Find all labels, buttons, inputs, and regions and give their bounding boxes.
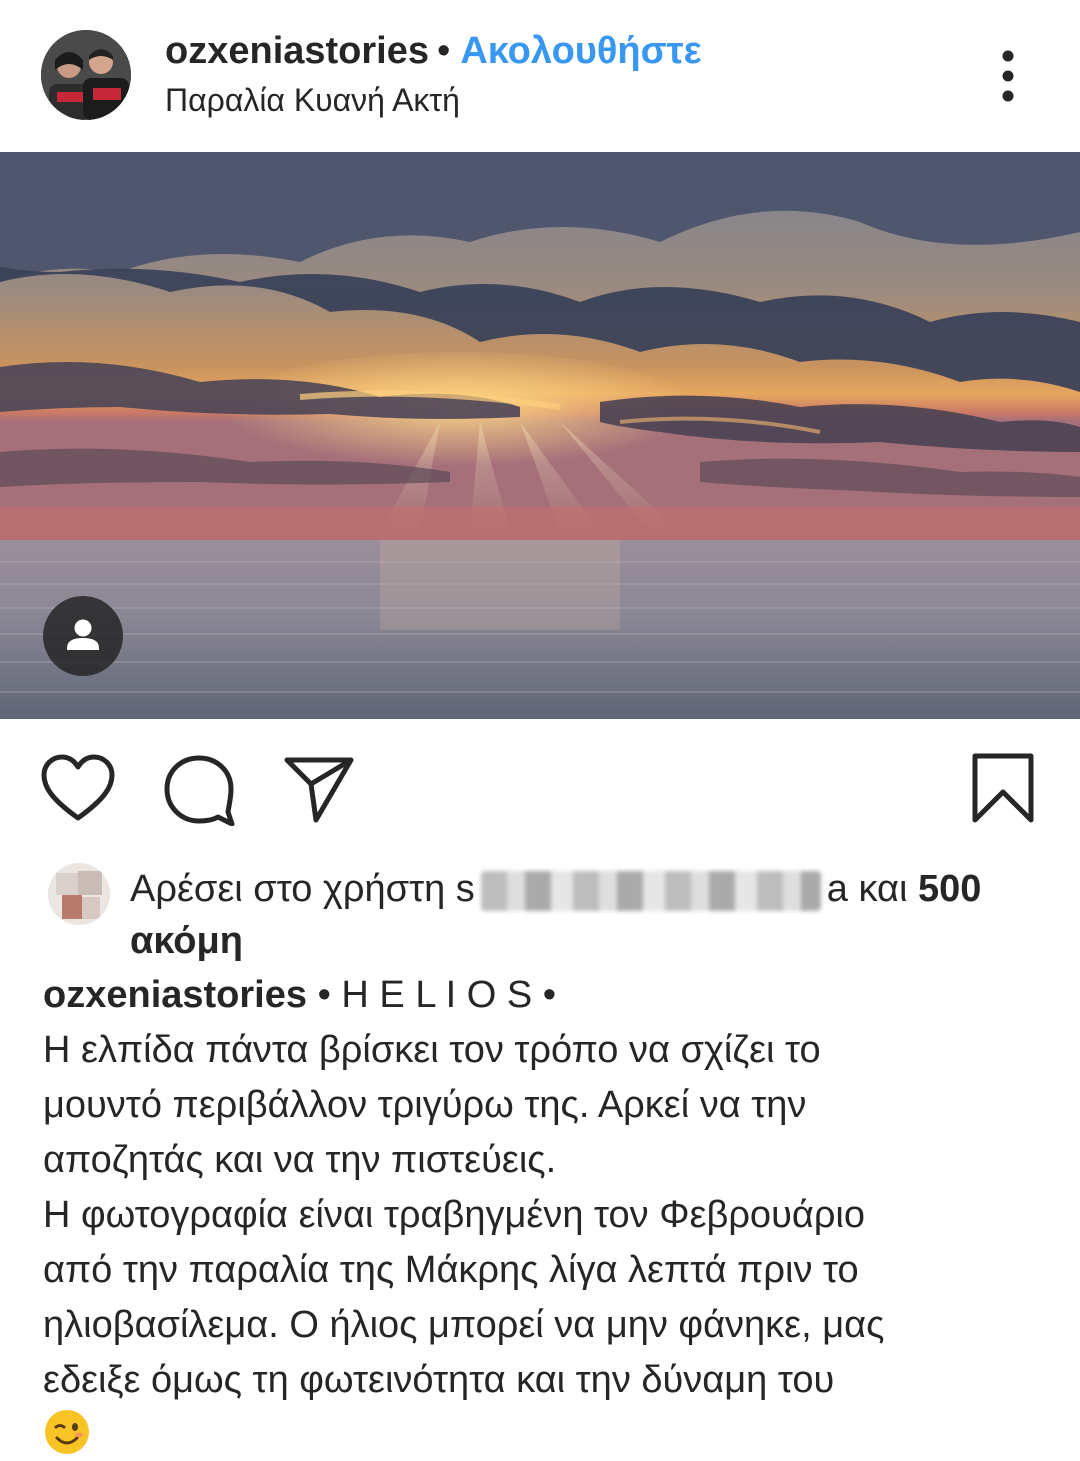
caption-line: αποζητάς και να την πιστεύεις.	[43, 1139, 557, 1181]
username[interactable]: ozxeniastories	[165, 30, 429, 72]
wink-emoji-icon	[43, 1408, 91, 1456]
send-icon[interactable]	[283, 754, 355, 829]
location-link[interactable]: Παραλία Κυανή Ακτή	[165, 82, 460, 119]
caption-header: ozxeniastories • H E L I O S •	[43, 968, 1043, 1023]
follow-button[interactable]: Ακολουθήστε	[460, 30, 701, 72]
header-username-row: ozxeniastories • Ακολουθήστε	[165, 30, 702, 73]
caption-line: από την παραλία της Μάκρης λίγα λεπτά πρ…	[43, 1249, 859, 1291]
likes-summary[interactable]: Αρέσει στο χρήστη s a και 500 ακόμη	[130, 863, 1030, 967]
comment-icon[interactable]	[162, 754, 236, 831]
heart-icon[interactable]	[40, 754, 116, 829]
likes-count[interactable]: 500	[918, 868, 981, 910]
liker-avatar[interactable]	[48, 863, 110, 925]
more-options-icon[interactable]	[990, 48, 1026, 104]
caption-line: ηλιοβασίλεμα. Ο ήλιος μπορεί να μην φάνη…	[43, 1304, 885, 1346]
separator-dot: •	[437, 30, 451, 72]
caption-line: μουντό περιβάλλον τριγύρω της. Αρκεί να …	[43, 1084, 807, 1126]
caption-title: • H E L I O S •	[317, 974, 557, 1016]
liker-name-end[interactable]: a	[827, 868, 848, 910]
bookmark-icon[interactable]	[970, 752, 1036, 829]
post-header: ozxeniastories • Ακολουθήστε Παραλία Κυανή…	[0, 0, 1080, 152]
likes-and: και	[858, 868, 908, 910]
likes-more[interactable]: ακόμη	[130, 920, 243, 962]
caption: ozxeniastories • H E L I O S • Η ελπίδα …	[43, 968, 1043, 1408]
post-image[interactable]	[0, 152, 1080, 719]
caption-username[interactable]: ozxeniastories	[43, 974, 307, 1016]
action-bar	[0, 740, 1080, 840]
person-icon	[67, 619, 99, 650]
liker-name-start[interactable]: s	[456, 868, 475, 910]
likes-prefix: Αρέσει στο χρήστη	[130, 868, 446, 910]
profile-avatar[interactable]	[41, 30, 131, 120]
caption-line: Η φωτογραφία είναι τραβηγμένη τον Φεβρου…	[43, 1194, 866, 1236]
caption-line: Η ελπίδα πάντα βρίσκει τον τρόπο να σχίζ…	[43, 1029, 821, 1071]
tagged-people-button[interactable]	[43, 596, 123, 676]
redacted-username	[480, 870, 821, 911]
caption-line: εδειξε όμως τη φωτεινότητα και την δύναμ…	[43, 1359, 835, 1401]
